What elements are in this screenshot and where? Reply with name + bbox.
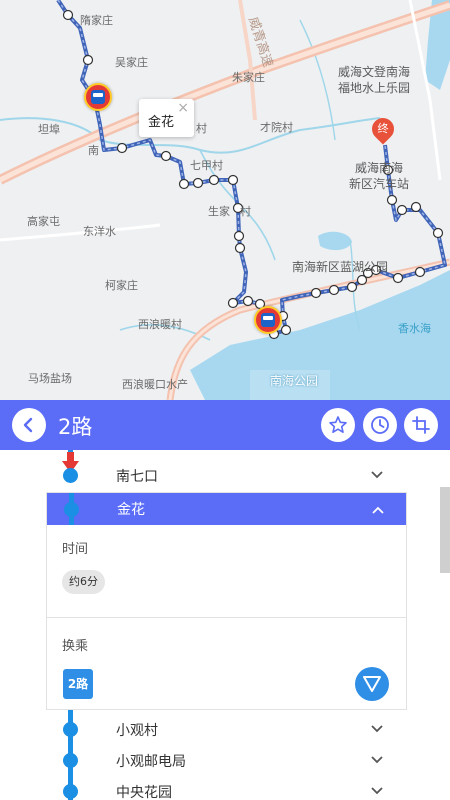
transfer-label: 换乘 [62, 639, 89, 654]
filter-button[interactable] [355, 667, 389, 701]
map-label: 南 [88, 144, 99, 157]
scrollbar[interactable] [440, 487, 450, 573]
chevron-down-icon[interactable] [370, 722, 384, 736]
stop-dot [63, 753, 78, 768]
favorite-button[interactable] [321, 408, 355, 442]
page-title: 2路 [58, 415, 93, 439]
stop-name: 小观村 [116, 723, 158, 739]
map-label: 朱家庄 [232, 71, 265, 84]
map-label: 隋家庄 [80, 14, 113, 27]
map-label: 村 [196, 122, 207, 135]
map-label: 西浪暖口水产 [122, 378, 188, 391]
chevron-up-icon[interactable] [371, 503, 385, 517]
stop-dot [63, 468, 78, 483]
map-label: 南海新区蓝湖公园 [292, 260, 389, 274]
stop-name: 中央花园 [116, 785, 172, 800]
map-label: 威海南海 [355, 161, 404, 175]
divider [47, 617, 406, 618]
popup-stop-name: 金花 [148, 115, 175, 130]
map-label: 福地水上乐园 [338, 81, 411, 95]
map-label: 柯家庄 [105, 279, 138, 292]
chevron-down-icon[interactable] [370, 753, 384, 767]
list-item[interactable]: 小观村 [0, 714, 450, 746]
switch-direction-button[interactable] [404, 408, 438, 442]
map-label: 坦埠 [38, 123, 60, 136]
list-item[interactable]: 小观邮电局 [0, 745, 450, 777]
stop-name: 小观邮电局 [116, 754, 186, 770]
chevron-left-icon [23, 417, 33, 433]
stop-dot [63, 722, 78, 737]
stop-popup[interactable]: 金花 × [139, 99, 194, 137]
map-label: 威海文登南海 [338, 65, 411, 79]
end-pin-label: 终 [377, 122, 389, 135]
chevron-down-icon[interactable] [370, 468, 384, 482]
map-canvas [0, 0, 450, 400]
map-label: 西浪暖村 [138, 318, 182, 331]
map-label: 吴家庄 [115, 56, 148, 69]
stop-detail-card: 金花 时间 约6分 换乘 2路 [46, 492, 407, 710]
map-label: 东洋水 [83, 225, 116, 238]
star-icon [329, 416, 347, 433]
map-label: 马场盐场 [28, 372, 72, 385]
map-label: 七甲村 [190, 159, 223, 172]
close-icon[interactable]: × [177, 100, 189, 116]
bus-icon[interactable] [84, 83, 112, 111]
clock-icon [371, 416, 389, 434]
schedule-button[interactable] [363, 408, 397, 442]
bus-icon[interactable] [254, 306, 282, 334]
chevron-down-icon[interactable] [370, 784, 384, 798]
stop-dot [64, 502, 79, 517]
stop-name: 金花 [117, 502, 145, 518]
map-label: 南海公园 [270, 374, 319, 388]
stop-detail-header[interactable]: 金花 [47, 493, 406, 525]
back-button[interactable] [12, 408, 46, 442]
end-pin-icon[interactable]: 终 [367, 113, 399, 145]
triangle-down-icon [363, 676, 381, 692]
map-label: 新区汽车站 [349, 177, 410, 191]
map-label: 才院村 [260, 121, 293, 134]
list-item[interactable]: 南七口 [0, 460, 450, 492]
transfer-route-button[interactable]: 2路 [63, 669, 93, 699]
map-label: 高家屯 [27, 215, 60, 228]
arrival-time-badge: 约6分 [62, 570, 105, 594]
route-map[interactable]: 隋家庄 吴家庄 朱家庄 威海文登南海 福地水上乐园 坦埠 南 村 才院村 七甲村… [0, 0, 450, 400]
time-label: 时间 [62, 542, 89, 557]
crop-icon [412, 416, 430, 434]
map-label: 村 [240, 205, 251, 218]
map-label: 生家 [208, 205, 230, 218]
stop-name: 南七口 [116, 469, 158, 485]
map-label: 香水海 [398, 322, 431, 335]
stop-dot [63, 784, 78, 799]
list-item[interactable]: 中央花园 [0, 776, 450, 800]
route-header: 2路 [0, 400, 450, 450]
